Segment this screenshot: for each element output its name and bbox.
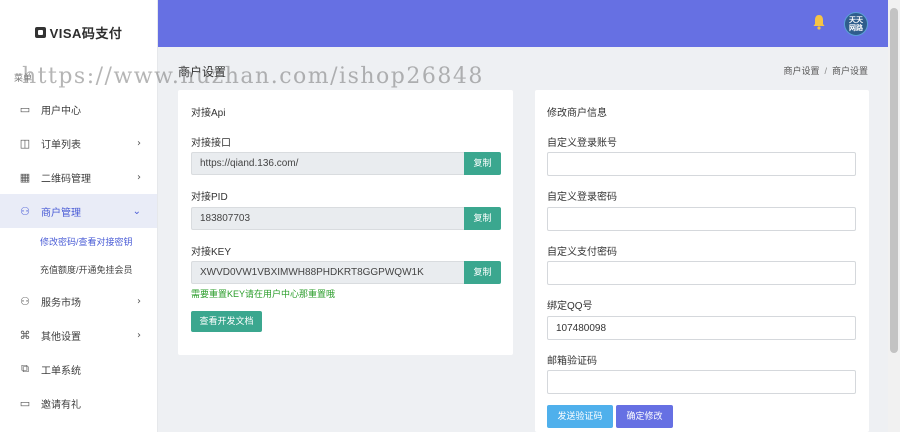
- confirm-button[interactable]: 确定修改: [616, 405, 673, 428]
- sidebar-subitem-recharge[interactable]: 充值额度/开通免挂会员: [0, 256, 157, 284]
- field-label: 自定义登录密码: [547, 192, 617, 203]
- brand-name: VISA码支付: [49, 25, 123, 41]
- login-account-input[interactable]: [547, 152, 856, 176]
- sidebar-item-orders[interactable]: ◫ 订单列表 ›: [0, 126, 157, 160]
- chevron-right-icon: ›: [137, 295, 141, 307]
- api-key-group: XWVD0VW1VBXIMWH88PHDKRT8GGPWQW1K 复制: [191, 261, 501, 284]
- field-label: 自定义登录账号: [547, 138, 617, 149]
- external-icon: ⧉: [21, 362, 29, 375]
- sidebar-item-tickets[interactable]: ⧉ 工单系统: [0, 352, 157, 386]
- users-icon: ⚇: [20, 204, 30, 218]
- command-icon: ⌘: [19, 328, 31, 342]
- qrcode-icon: ▦: [19, 170, 31, 184]
- field-label: 对接PID: [191, 192, 228, 203]
- api-card: 对接Api 对接接口 https://qiand.136.com/ 复制 对接P…: [178, 90, 513, 355]
- send-code-button[interactable]: 发送验证码: [547, 405, 613, 428]
- api-url-field[interactable]: https://qiand.136.com/: [191, 152, 464, 175]
- card-title: 修改商户信息: [547, 108, 607, 119]
- chevron-right-icon: ›: [137, 171, 141, 183]
- qq-number-input[interactable]: [547, 316, 856, 340]
- api-pid-field[interactable]: 183807703: [191, 207, 464, 230]
- brand-logo[interactable]: VISA码支付: [0, 0, 157, 64]
- brand-icon: [34, 26, 46, 38]
- scrollbar-thumb[interactable]: [890, 8, 898, 353]
- monitor-icon: ▭: [19, 102, 31, 116]
- avatar-line1: 天天: [849, 17, 863, 24]
- page-scrollbar[interactable]: [888, 0, 900, 432]
- login-password-input[interactable]: [547, 207, 856, 231]
- sidebar-item-label: 商户管理: [41, 207, 81, 219]
- sidebar-item-label: 邀请有礼: [41, 399, 81, 411]
- sidebar-item-label: 订单列表: [41, 139, 81, 151]
- api-key-field[interactable]: XWVD0VW1VBXIMWH88PHDKRT8GGPWQW1K: [191, 261, 464, 284]
- breadcrumb-item[interactable]: 商户设置: [783, 66, 819, 76]
- sidebar-item-market[interactable]: ⚇ 服务市场 ›: [0, 284, 157, 318]
- pay-password-input[interactable]: [547, 261, 856, 285]
- sidebar-item-label: 工单系统: [41, 365, 81, 377]
- edit-merchant-card: 修改商户信息 自定义登录账号 自定义登录密码 自定义支付密码 绑定QQ号 邮箱验…: [535, 90, 869, 432]
- copy-pid-button[interactable]: 复制: [464, 207, 501, 230]
- avatar-line2: 网路: [849, 25, 863, 32]
- sidebar-item-label: 其他设置: [41, 331, 81, 343]
- sidebar-item-user-center[interactable]: ▭ 用户中心: [0, 92, 157, 126]
- breadcrumb: 商户设置 / 商户设置: [783, 64, 868, 77]
- sidebar-item-label: 用户中心: [41, 105, 81, 117]
- card-title: 对接Api: [191, 108, 226, 119]
- chevron-down-icon: ⌄: [132, 205, 141, 217]
- api-url-group: https://qiand.136.com/ 复制: [191, 152, 501, 175]
- view-docs-button[interactable]: 查看开发文档: [191, 311, 262, 332]
- bell-icon[interactable]: [812, 14, 826, 30]
- copy-key-button[interactable]: 复制: [464, 261, 501, 284]
- list-icon: ◫: [19, 136, 31, 150]
- users-icon: ⚇: [20, 294, 30, 308]
- menu-caption: 菜单: [14, 73, 33, 83]
- api-pid-group: 183807703 复制: [191, 207, 501, 230]
- sidebar: VISA码支付 菜单 ▭ 用户中心 ◫ 订单列表 › ▦ 二维码管理 › ⚇ 商…: [0, 0, 158, 432]
- topbar: 天天 网路: [158, 0, 888, 47]
- field-label: 绑定QQ号: [547, 301, 593, 312]
- field-label: 对接KEY: [191, 247, 232, 258]
- breadcrumb-item-current: 商户设置: [831, 66, 868, 76]
- breadcrumb-separator: /: [824, 66, 827, 76]
- sidebar-subitem-password[interactable]: 修改密码/查看对接密钥: [0, 228, 157, 256]
- sidebar-item-qrcode[interactable]: ▦ 二维码管理 ›: [0, 160, 157, 194]
- key-reset-notice: 需要重置KEY请在用户中心那重置哦: [191, 289, 336, 299]
- field-label: 邮箱验证码: [547, 356, 597, 367]
- copy-url-button[interactable]: 复制: [464, 152, 501, 175]
- page-title: 商户设置: [178, 65, 227, 79]
- field-label: 对接接口: [191, 138, 231, 149]
- monitor-icon: ▭: [19, 396, 31, 410]
- avatar[interactable]: 天天 网路: [844, 12, 868, 36]
- email-code-input[interactable]: [547, 370, 856, 394]
- sidebar-item-invite[interactable]: ▭ 邀请有礼: [0, 386, 157, 420]
- sidebar-item-merchant[interactable]: ⚇ 商户管理 ⌄: [0, 194, 157, 228]
- sidebar-item-label: 二维码管理: [41, 173, 91, 185]
- sidebar-item-label: 服务市场: [41, 297, 81, 309]
- sidebar-item-settings[interactable]: ⌘ 其他设置 ›: [0, 318, 157, 352]
- field-label: 自定义支付密码: [547, 247, 617, 258]
- chevron-right-icon: ›: [137, 137, 141, 149]
- chevron-right-icon: ›: [137, 329, 141, 341]
